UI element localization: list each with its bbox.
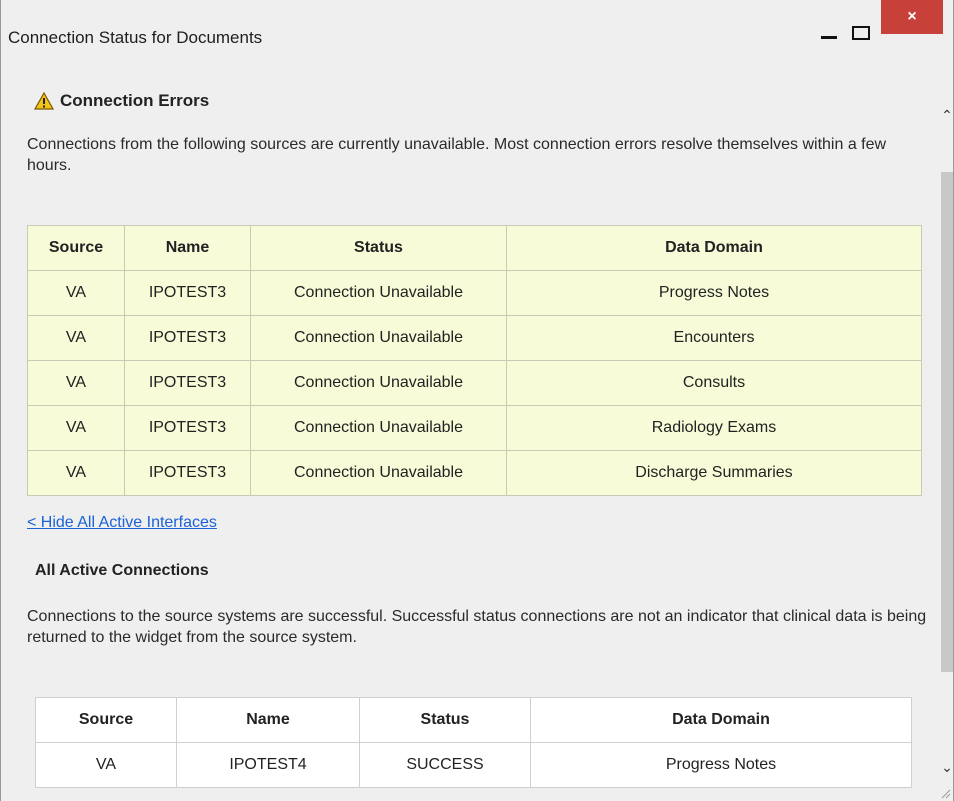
scroll-up-icon[interactable]: ⌃ bbox=[939, 106, 953, 124]
table-row: VA IPOTEST3 Connection Unavailable Progr… bbox=[27, 270, 922, 316]
active-connections-description: Connections to the source systems are su… bbox=[27, 608, 927, 646]
table-row: VA IPOTEST4 SUCCESS Progress Notes bbox=[35, 742, 912, 788]
cell-status: Connection Unavailable bbox=[250, 450, 507, 496]
connection-errors-heading: Connection Errors bbox=[34, 91, 209, 111]
window-title: Connection Status for Documents bbox=[8, 28, 263, 47]
cell-source: VA bbox=[27, 270, 125, 316]
cell-status: Connection Unavailable bbox=[250, 315, 507, 361]
cell-data-domain: Radiology Exams bbox=[506, 405, 922, 451]
close-icon: × bbox=[907, 8, 917, 25]
column-header-source: Source bbox=[27, 225, 125, 271]
title-bar: Connection Status for Documents × bbox=[1, 0, 953, 62]
maximize-icon bbox=[852, 26, 870, 40]
column-header-data-domain: Data Domain bbox=[506, 225, 922, 271]
column-header-name: Name bbox=[176, 697, 360, 743]
table-row: VA IPOTEST3 Connection Unavailable Encou… bbox=[27, 315, 922, 361]
active-connections-title: All Active Connections bbox=[35, 562, 209, 579]
cell-status: Connection Unavailable bbox=[250, 270, 507, 316]
connection-errors-description: Connections from the following sources a… bbox=[27, 136, 887, 174]
cell-name: IPOTEST3 bbox=[124, 360, 251, 406]
cell-data-domain: Encounters bbox=[506, 315, 922, 361]
cell-data-domain: Progress Notes bbox=[530, 742, 912, 788]
connection-errors-table: Source Name Status Data Domain VA IPOTES… bbox=[27, 225, 922, 496]
cell-source: VA bbox=[27, 405, 125, 451]
table-row: VA IPOTEST3 Connection Unavailable Consu… bbox=[27, 360, 922, 406]
cell-data-domain: Progress Notes bbox=[506, 270, 922, 316]
column-header-name: Name bbox=[124, 225, 251, 271]
column-header-status: Status bbox=[250, 225, 507, 271]
table-header-row: Source Name Status Data Domain bbox=[27, 225, 922, 271]
minimize-icon bbox=[821, 35, 837, 39]
resize-grip-icon[interactable] bbox=[939, 787, 951, 799]
connection-errors-title: Connection Errors bbox=[60, 91, 210, 110]
hide-active-interfaces-link[interactable]: < Hide All Active Interfaces bbox=[27, 514, 217, 532]
vertical-scrollbar[interactable]: ⌃ ⌄ bbox=[939, 76, 953, 801]
cell-status: Connection Unavailable bbox=[250, 360, 507, 406]
cell-name: IPOTEST3 bbox=[124, 270, 251, 316]
cell-source: VA bbox=[35, 742, 177, 788]
active-connections-table: Source Name Status Data Domain VA IPOTES… bbox=[35, 697, 912, 788]
cell-source: VA bbox=[27, 450, 125, 496]
dialog-content: Connection Errors Connections from the f… bbox=[9, 62, 939, 801]
cell-status: SUCCESS bbox=[359, 742, 531, 788]
cell-name: IPOTEST3 bbox=[124, 450, 251, 496]
column-header-status: Status bbox=[359, 697, 531, 743]
cell-name: IPOTEST3 bbox=[124, 405, 251, 451]
cell-name: IPOTEST4 bbox=[176, 742, 360, 788]
maximize-button[interactable] bbox=[839, 0, 883, 58]
cell-data-domain: Discharge Summaries bbox=[506, 450, 922, 496]
scrollbar-thumb[interactable] bbox=[941, 172, 953, 672]
dialog-window: Connection Status for Documents × Connec… bbox=[0, 0, 954, 801]
table-header-row: Source Name Status Data Domain bbox=[35, 697, 912, 743]
cell-source: VA bbox=[27, 315, 125, 361]
table-row: VA IPOTEST3 Connection Unavailable Disch… bbox=[27, 450, 922, 496]
scroll-down-icon[interactable]: ⌄ bbox=[939, 758, 953, 776]
warning-icon bbox=[34, 92, 54, 110]
column-header-source: Source bbox=[35, 697, 177, 743]
column-header-data-domain: Data Domain bbox=[530, 697, 912, 743]
cell-source: VA bbox=[27, 360, 125, 406]
close-button[interactable]: × bbox=[881, 0, 943, 34]
table-row: VA IPOTEST3 Connection Unavailable Radio… bbox=[27, 405, 922, 451]
cell-status: Connection Unavailable bbox=[250, 405, 507, 451]
cell-data-domain: Consults bbox=[506, 360, 922, 406]
cell-name: IPOTEST3 bbox=[124, 315, 251, 361]
